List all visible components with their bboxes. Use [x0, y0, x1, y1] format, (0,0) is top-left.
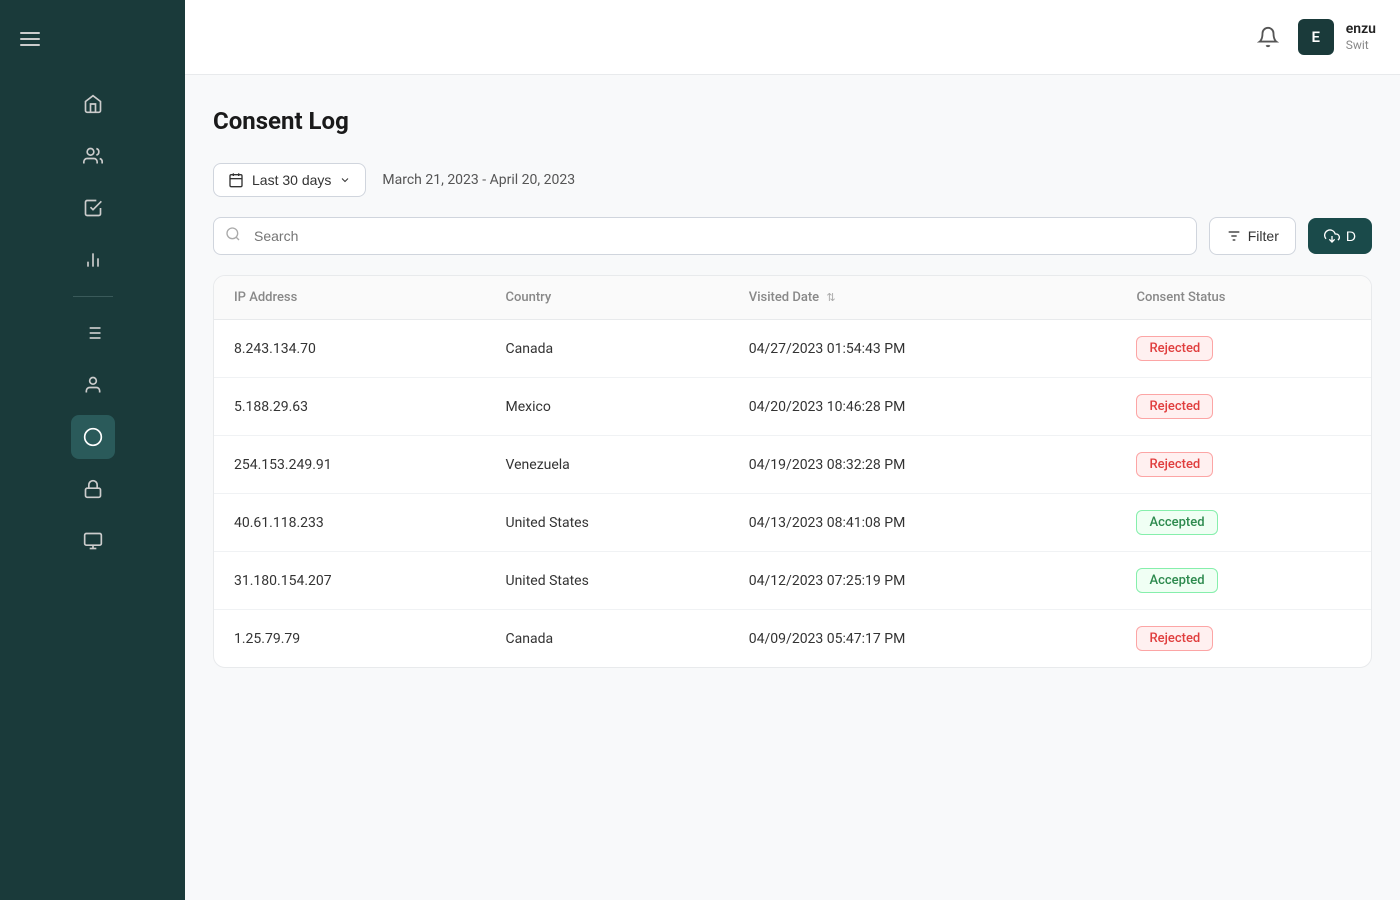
header-actions: E enzu Swit [1250, 19, 1376, 55]
cell-country: Venezuela [486, 436, 729, 494]
sidebar-divider [73, 296, 113, 297]
user-subtitle: Swit [1346, 38, 1376, 54]
search-row: Filter D [213, 217, 1372, 255]
cell-ip: 1.25.79.79 [214, 610, 486, 668]
table-row: 8.243.134.70 Canada 04/27/2023 01:54:43 … [214, 320, 1371, 378]
filter-icon [1226, 228, 1242, 244]
table-container: IP Address Country Visited Date ⇅ Consen… [213, 275, 1372, 668]
sidebar-item-analytics[interactable] [71, 238, 115, 282]
consent-log-table: IP Address Country Visited Date ⇅ Consen… [214, 276, 1371, 667]
cell-ip: 8.243.134.70 [214, 320, 486, 378]
filter-bar: Last 30 days March 21, 2023 - April 20, … [213, 163, 1372, 197]
sidebar-item-users[interactable] [71, 134, 115, 178]
table-header-row: IP Address Country Visited Date ⇅ Consen… [214, 276, 1371, 320]
col-consent-status: Consent Status [1116, 276, 1371, 320]
download-button[interactable]: D [1308, 218, 1372, 254]
date-picker-button[interactable]: Last 30 days [213, 163, 366, 197]
sidebar-item-security[interactable] [71, 467, 115, 511]
sidebar-item-list[interactable] [71, 311, 115, 355]
cell-country: Mexico [486, 378, 729, 436]
status-badge: Rejected [1136, 626, 1213, 651]
hamburger-icon [20, 32, 40, 46]
cell-consent-status: Rejected [1116, 378, 1371, 436]
sidebar-item-home[interactable] [71, 82, 115, 126]
user-info: enzu Swit [1346, 20, 1376, 54]
date-range-text: March 21, 2023 - April 20, 2023 [382, 172, 575, 188]
cell-country: Canada [486, 320, 729, 378]
cell-consent-status: Accepted [1116, 494, 1371, 552]
content-area: Consent Log Last 30 days March 21, 2023 … [185, 75, 1400, 900]
sidebar-item-tasks[interactable] [71, 186, 115, 230]
cell-consent-status: Rejected [1116, 320, 1371, 378]
status-badge: Accepted [1136, 510, 1217, 535]
col-visited-date[interactable]: Visited Date ⇅ [729, 276, 1117, 320]
date-range-label: Last 30 days [252, 172, 331, 188]
cell-ip: 40.61.118.233 [214, 494, 486, 552]
cell-ip: 254.153.249.91 [214, 436, 486, 494]
status-badge: Rejected [1136, 394, 1213, 419]
cell-visited-date: 04/19/2023 08:32:28 PM [729, 436, 1117, 494]
col-ip-address: IP Address [214, 276, 486, 320]
status-badge: Rejected [1136, 452, 1213, 477]
filter-button[interactable]: Filter [1209, 217, 1296, 255]
cell-country: United States [486, 552, 729, 610]
search-input[interactable] [213, 217, 1197, 255]
cell-visited-date: 04/20/2023 10:46:28 PM [729, 378, 1117, 436]
table-row: 5.188.29.63 Mexico 04/20/2023 10:46:28 P… [214, 378, 1371, 436]
download-label: D [1346, 228, 1356, 244]
header: E enzu Swit [185, 0, 1400, 75]
table-row: 40.61.118.233 United States 04/13/2023 0… [214, 494, 1371, 552]
table-row: 1.25.79.79 Canada 04/09/2023 05:47:17 PM… [214, 610, 1371, 668]
user-name: enzu [1346, 20, 1376, 38]
cell-visited-date: 04/12/2023 07:25:19 PM [729, 552, 1117, 610]
download-icon [1324, 228, 1340, 244]
sidebar [0, 0, 185, 900]
filter-label: Filter [1248, 228, 1279, 244]
chevron-down-icon [339, 174, 351, 186]
sidebar-item-cookie[interactable] [71, 415, 115, 459]
sidebar-item-profile[interactable] [71, 363, 115, 407]
table-row: 31.180.154.207 United States 04/12/2023 … [214, 552, 1371, 610]
sidebar-item-terminal[interactable] [71, 519, 115, 563]
col-country: Country [486, 276, 729, 320]
cell-visited-date: 04/27/2023 01:54:43 PM [729, 320, 1117, 378]
table-row: 254.153.249.91 Venezuela 04/19/2023 08:3… [214, 436, 1371, 494]
status-badge: Accepted [1136, 568, 1217, 593]
main-content: E enzu Swit Consent Log Last 30 days Mar… [185, 0, 1400, 900]
hamburger-button[interactable] [0, 20, 185, 58]
page-title: Consent Log [213, 107, 1372, 135]
cell-ip: 31.180.154.207 [214, 552, 486, 610]
search-container [213, 217, 1197, 255]
cell-consent-status: Accepted [1116, 552, 1371, 610]
notification-button[interactable] [1250, 19, 1286, 55]
cell-consent-status: Rejected [1116, 610, 1371, 668]
cell-ip: 5.188.29.63 [214, 378, 486, 436]
cell-country: Canada [486, 610, 729, 668]
user-avatar[interactable]: E [1298, 19, 1334, 55]
cell-country: United States [486, 494, 729, 552]
cell-consent-status: Rejected [1116, 436, 1371, 494]
sort-icon: ⇅ [826, 291, 835, 304]
cell-visited-date: 04/13/2023 08:41:08 PM [729, 494, 1117, 552]
cell-visited-date: 04/09/2023 05:47:17 PM [729, 610, 1117, 668]
calendar-icon [228, 172, 244, 188]
search-icon [225, 226, 241, 246]
status-badge: Rejected [1136, 336, 1213, 361]
